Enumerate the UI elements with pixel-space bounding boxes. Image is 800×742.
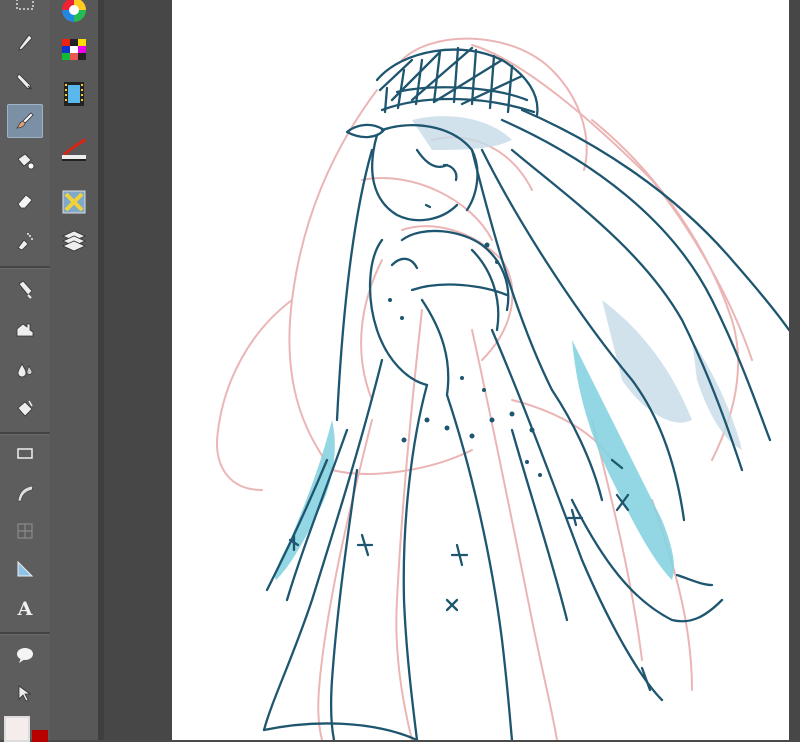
rectangle-icon — [17, 448, 33, 459]
drawing-canvas[interactable] — [172, 0, 789, 740]
frame-icon — [17, 523, 33, 539]
droplet-icon — [17, 363, 33, 378]
color-fill-tool[interactable] — [7, 392, 43, 426]
bucket-icon — [17, 400, 33, 417]
animation-button[interactable] — [58, 78, 90, 110]
color-wheel-button[interactable] — [58, 0, 90, 26]
fill-tool[interactable] — [7, 144, 43, 178]
pen-tool[interactable] — [7, 26, 43, 60]
frame-tool[interactable] — [7, 514, 43, 548]
paint-bucket-icon — [17, 153, 35, 170]
pencil-icon — [16, 73, 32, 90]
marquee-tool[interactable] — [7, 0, 43, 20]
blend-icon — [18, 280, 33, 299]
layers-icon — [62, 230, 86, 252]
tool-separator — [0, 266, 50, 269]
blend-tool[interactable] — [7, 272, 43, 306]
main-color-swatch[interactable] — [4, 716, 30, 742]
text-icon: A — [17, 598, 33, 620]
airbrush-icon — [17, 233, 33, 251]
ruler-tool[interactable] — [7, 552, 43, 586]
film-strip-icon — [64, 82, 84, 106]
curve-icon — [17, 485, 34, 502]
curve-tool[interactable] — [7, 476, 43, 510]
tool-bar: A — [0, 0, 51, 742]
object-tool[interactable] — [7, 676, 43, 710]
balloon-tool[interactable] — [7, 638, 43, 672]
text-tool[interactable]: A — [7, 592, 43, 626]
color-set-button[interactable] — [58, 33, 90, 65]
tool-separator — [0, 632, 50, 635]
object-select-icon — [18, 685, 32, 702]
brush-icon — [16, 112, 34, 129]
brush-stroke-icon — [62, 138, 86, 161]
navigator-icon — [62, 190, 86, 214]
speech-balloon-icon — [17, 648, 33, 663]
pencil-tool[interactable] — [7, 64, 43, 98]
brush-tool[interactable] — [7, 104, 43, 138]
sketch-artwork — [215, 37, 789, 740]
pen-icon — [18, 34, 33, 51]
tool-property-button[interactable] — [58, 132, 90, 164]
marquee-icon — [16, 0, 34, 10]
sub-color-swatch[interactable] — [32, 730, 48, 742]
rectangle-tool[interactable] — [7, 436, 43, 470]
eraser-icon — [17, 194, 33, 209]
blur-tool[interactable] — [7, 352, 43, 386]
airbrush-tool[interactable] — [7, 224, 43, 258]
layers-button[interactable] — [58, 226, 90, 258]
color-wheel-icon — [62, 0, 86, 22]
navigator-button[interactable] — [58, 186, 90, 218]
palette-bar — [50, 0, 99, 740]
ruler-icon — [17, 560, 34, 577]
color-palette-icon — [62, 39, 86, 60]
eraser-tool[interactable] — [7, 184, 43, 218]
tool-separator — [0, 432, 50, 435]
decoration-icon — [16, 323, 34, 337]
decoration-tool[interactable] — [7, 312, 43, 346]
